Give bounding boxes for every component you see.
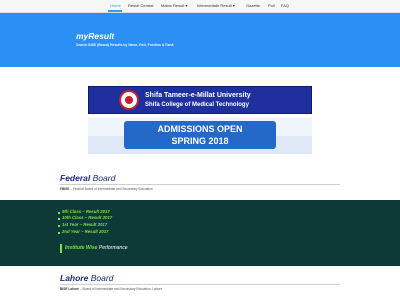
lahore-board-description: BISE Lahore – Board of Intermediate and … — [60, 287, 162, 291]
nav-poll[interactable]: Poll — [268, 2, 275, 9]
federal-board-section: Federal Board FBISE – Federal Board of I… — [0, 166, 400, 200]
federal-board-title-bold: Federal — [60, 173, 91, 183]
nav-gazette[interactable]: Gazette — [246, 2, 260, 9]
banner-university-name: Shifa Tameer-e-Millat University — [145, 92, 251, 99]
site-title[interactable]: myResult — [76, 31, 114, 41]
site-tagline: Search BISE (Board) Results by Name, Rol… — [76, 43, 174, 47]
divider — [60, 284, 340, 285]
federal-board-title-rest: Board — [92, 173, 116, 183]
performance-accent-bar — [60, 244, 62, 253]
banner-college-name: Shifa College of Medical Technology — [145, 102, 249, 108]
lahore-board-heading: Lahore Board — [60, 273, 113, 283]
institute-performance-link[interactable]: Institute Wise Performance — [65, 245, 127, 251]
performance-bold: Institute Wise — [65, 245, 98, 251]
performance-rest: Performance — [98, 245, 128, 251]
lahore-board-title-bold: Lahore — [60, 273, 89, 283]
federal-board-desc-text: – Federal Board of Intermediate and Seco… — [70, 187, 153, 191]
lahore-board-abbr: BISE Lahore — [60, 287, 79, 291]
admissions-ribbon: ADMISSIONS OPEN SPRING 2018 — [124, 121, 276, 149]
hero-header — [0, 13, 400, 67]
lahore-board-title-rest: Board — [90, 273, 114, 283]
seal-center-icon — [125, 96, 133, 104]
link-10th-class[interactable]: 10th Class – Result 2017 — [62, 215, 112, 220]
bullet-icon — [58, 232, 60, 234]
shifa-university-banner[interactable]: Shifa Tameer-e-Millat University Shifa C… — [88, 86, 312, 114]
bullet-icon — [58, 225, 60, 227]
lahore-board-desc-text: – Board of Intermediate and Secondary Ed… — [79, 287, 163, 291]
admissions-banner[interactable]: ADMISSIONS OPEN SPRING 2018 — [88, 118, 312, 154]
link-9th-class[interactable]: 9th Class – Result 2017 — [62, 209, 110, 214]
nav-active-indicator — [108, 10, 122, 12]
admissions-line2: SPRING 2018 — [171, 136, 229, 146]
link-1st-year[interactable]: 1st Year – Result 2017 — [62, 222, 107, 227]
federal-board-description: FBISE – Federal Board of Intermediate an… — [60, 187, 153, 191]
nav-intermediate-result[interactable]: Intermediate Result ▾ — [197, 2, 235, 9]
federal-board-heading: Federal Board — [60, 173, 115, 183]
top-nav: Home Result Central Matric Result ▾ Inte… — [0, 0, 400, 13]
admissions-line1: ADMISSIONS OPEN — [157, 124, 243, 134]
link-2nd-year[interactable]: 2nd Year – Result 2017 — [62, 229, 109, 234]
nav-home[interactable]: Home — [110, 2, 121, 9]
federal-board-abbr: FBISE — [60, 187, 70, 191]
nav-faq[interactable]: FAQ — [281, 2, 289, 9]
bullet-icon — [58, 218, 60, 220]
nav-matric-result[interactable]: Matric Result ▾ — [161, 2, 187, 9]
divider — [60, 184, 340, 185]
results-links-section — [0, 200, 400, 266]
nav-result-central[interactable]: Result Central — [128, 2, 153, 9]
lahore-board-section: Lahore Board BISE Lahore – Board of Inte… — [0, 266, 400, 300]
bullet-icon — [58, 212, 60, 214]
university-seal-icon — [119, 90, 139, 110]
